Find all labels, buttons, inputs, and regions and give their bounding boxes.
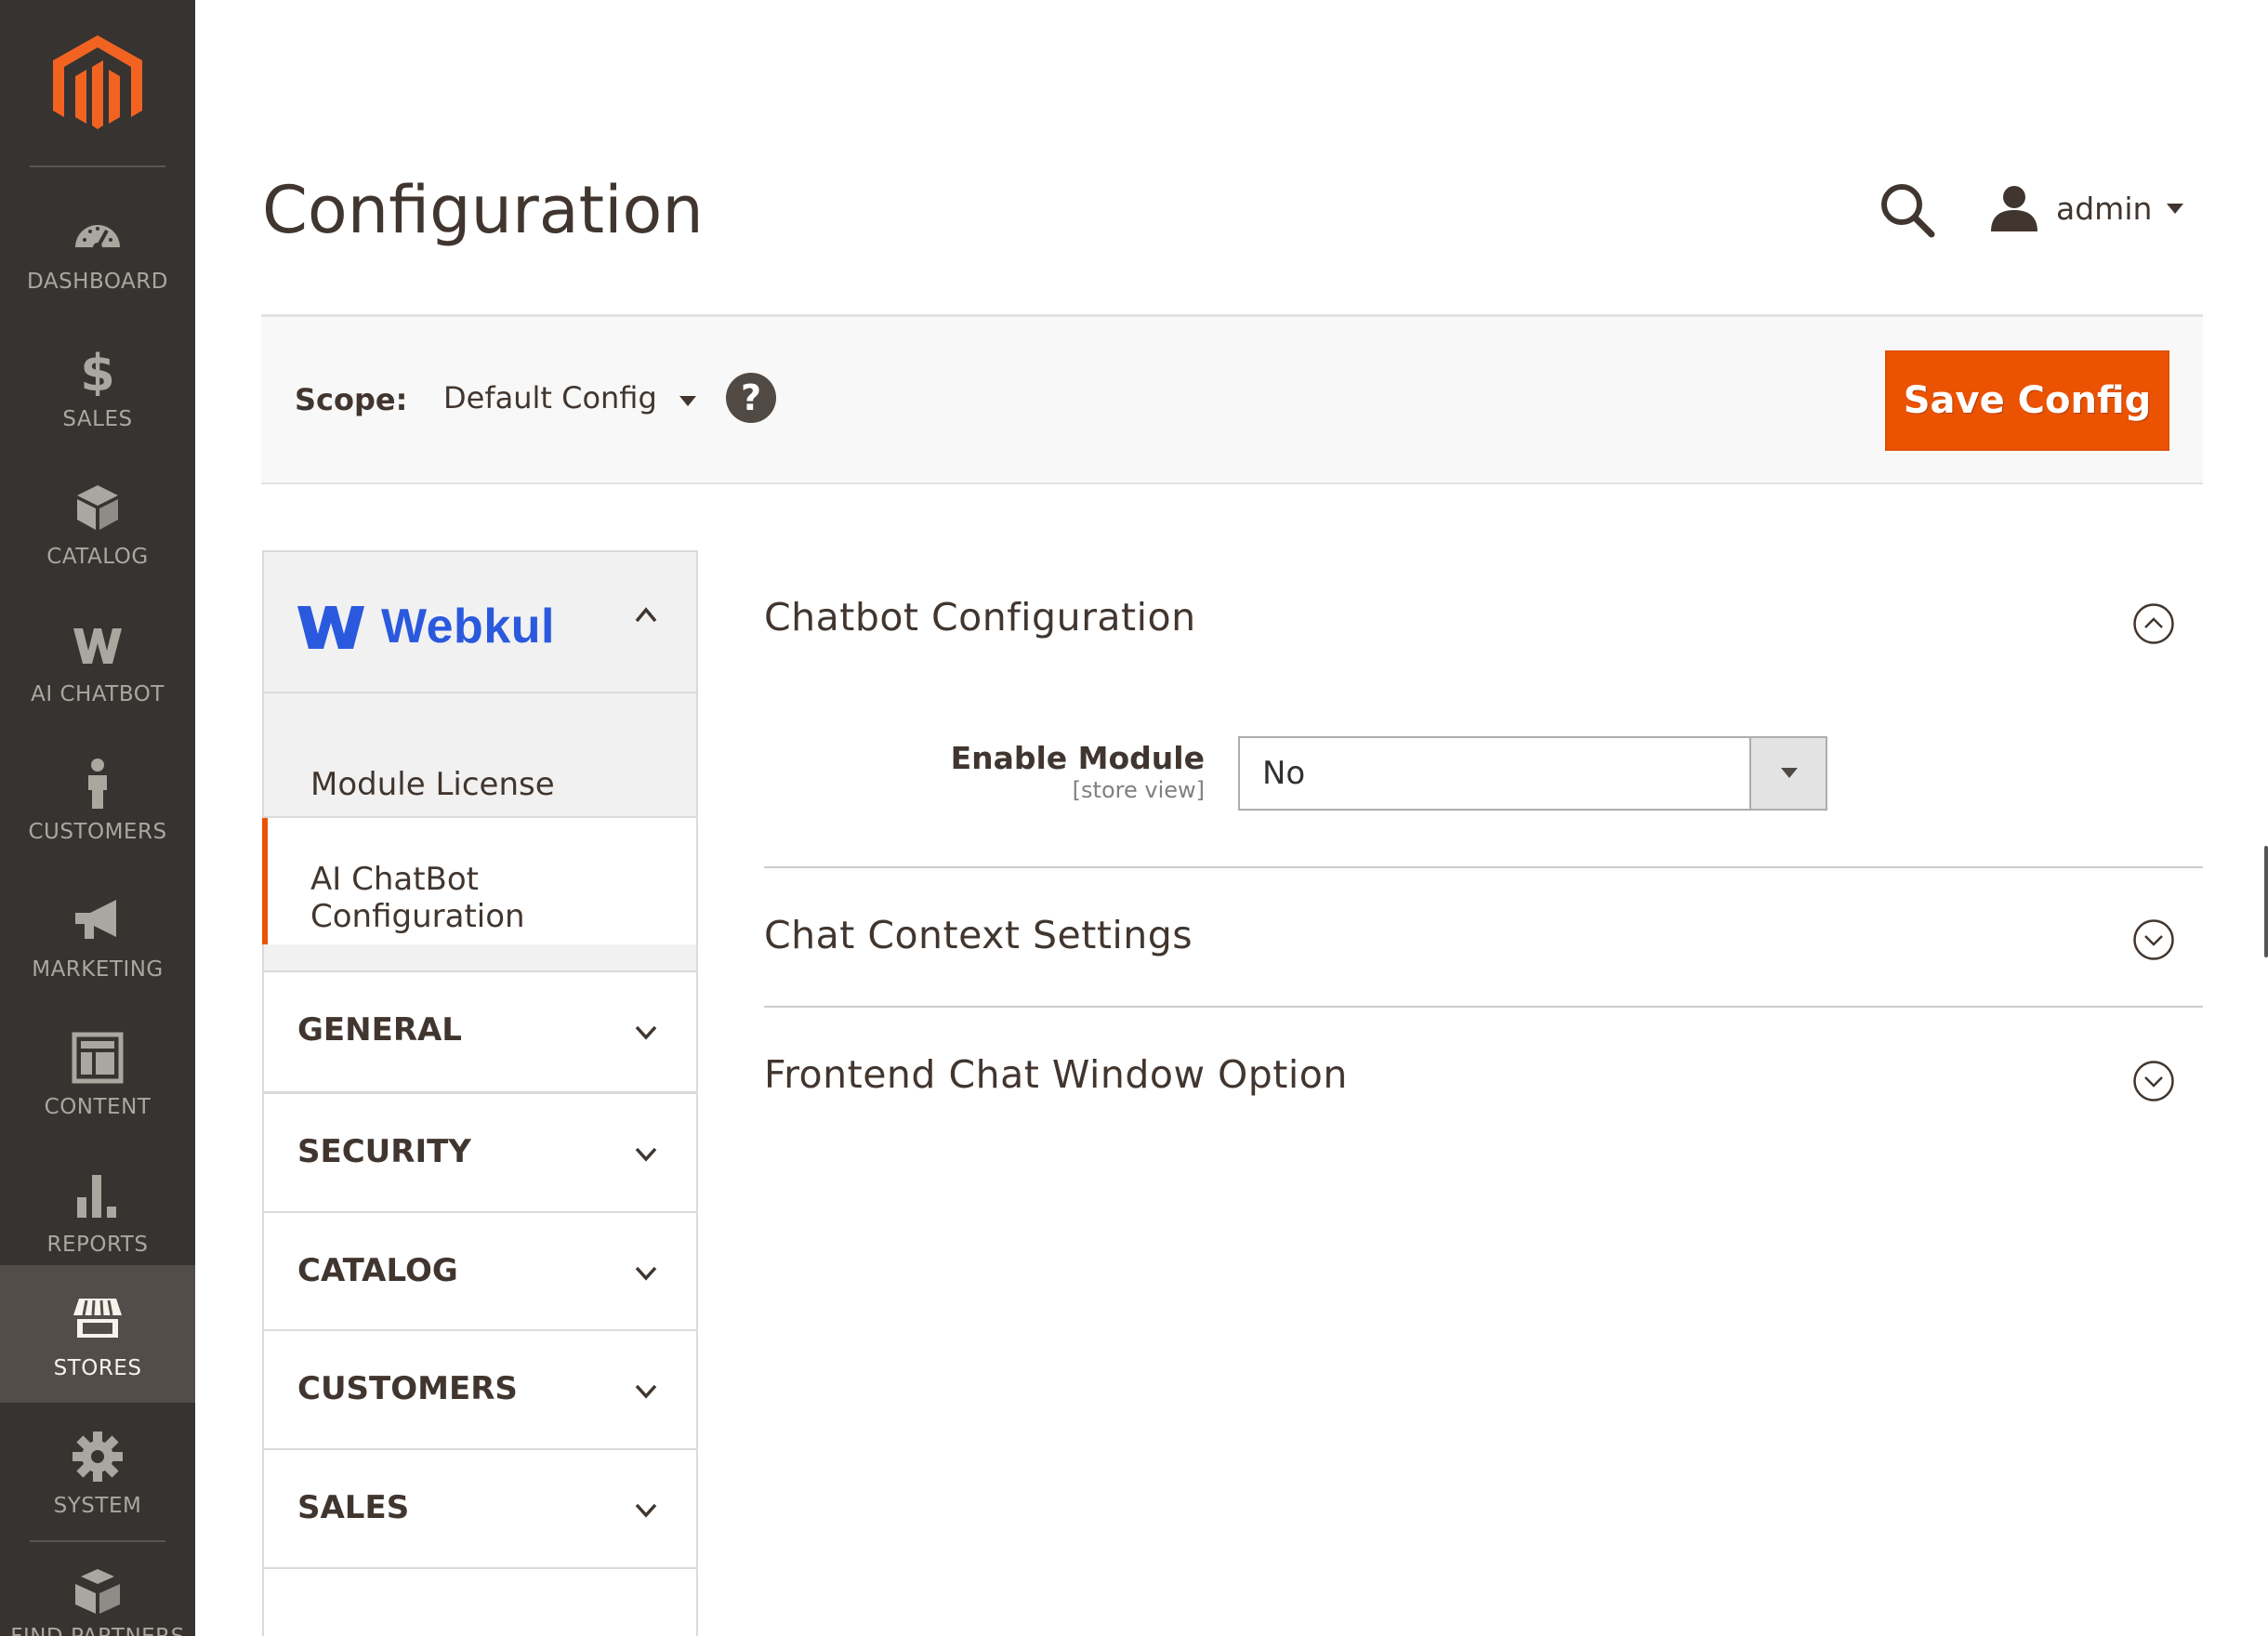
- search-icon[interactable]: [1878, 180, 1937, 240]
- tab-section-security[interactable]: SECURITY: [262, 1092, 698, 1213]
- fieldset-chat-context-settings: Chat Context Settings: [764, 909, 2203, 1002]
- webkul-w-icon: [297, 606, 364, 649]
- nav-item-dashboard[interactable]: DASHBOARD: [0, 178, 195, 316]
- page-title: Configuration: [262, 172, 704, 248]
- chevron-down-icon: [635, 1025, 657, 1040]
- select-arrow[interactable]: [1749, 738, 1826, 809]
- scope-label: Scope:: [295, 382, 408, 417]
- nav-label-ai-chatbot: AI CHATBOT: [31, 682, 165, 706]
- page-actions-bar: Scope: Default Config ? Save Config: [261, 314, 2203, 484]
- tab-item-label: Module License: [310, 766, 555, 803]
- tab-section-general[interactable]: GENERAL: [262, 972, 698, 1093]
- nav-label-catalog: CATALOG: [46, 545, 149, 569]
- user-avatar-icon: [1991, 186, 2037, 231]
- tab-item-ai-chatbot-configuration[interactable]: AI ChatBot Configuration: [262, 818, 698, 944]
- caret-down-icon: [679, 395, 696, 406]
- save-config-button[interactable]: Save Config: [1885, 350, 2169, 451]
- chevron-down-icon: [635, 1384, 657, 1399]
- caret-down-icon: [1781, 768, 1798, 778]
- tab-section-customers[interactable]: CUSTOMERS: [262, 1329, 698, 1450]
- fieldset-chatbot-configuration: Chatbot Configuration Enable Module [sto…: [764, 591, 2203, 870]
- dashboard-icon: [75, 225, 120, 252]
- cube-icon: [77, 485, 118, 530]
- help-icon[interactable]: ?: [726, 373, 776, 423]
- bar-chart-icon: [77, 1175, 116, 1218]
- nav-label-marketing: MARKETING: [32, 957, 164, 982]
- username: admin: [2056, 190, 2153, 227]
- nav-label-reports: REPORTS: [46, 1233, 149, 1257]
- enable-module-select[interactable]: No: [1238, 736, 1827, 811]
- nav-item-reports[interactable]: REPORTS: [0, 1141, 195, 1279]
- tab-section-catalog[interactable]: CATALOG: [262, 1211, 698, 1332]
- nav-label-system: SYSTEM: [53, 1494, 142, 1518]
- tab-group-webkul[interactable]: Webkul: [262, 550, 698, 693]
- nav-item-find-partners[interactable]: FIND PARTNERS: [0, 1543, 195, 1636]
- magento-logo[interactable]: [53, 35, 142, 132]
- nav-divider: [30, 1540, 165, 1542]
- nav-item-catalog[interactable]: CATALOG: [0, 454, 195, 591]
- layout-icon: [72, 1032, 124, 1084]
- dollar-icon: $: [80, 344, 115, 396]
- nav-item-marketing[interactable]: MARKETING: [0, 866, 195, 1004]
- tab-section-sales[interactable]: SALES: [262, 1448, 698, 1569]
- nav-item-sales[interactable]: $ SALES: [0, 316, 195, 454]
- section-title[interactable]: Chatbot Configuration: [764, 595, 1196, 640]
- nav-item-stores[interactable]: STORES: [0, 1265, 195, 1403]
- expand-circle-icon[interactable]: [2132, 918, 2175, 961]
- tab-item-label: AI ChatBot Configuration: [310, 861, 525, 935]
- nav-label-content: CONTENT: [44, 1095, 152, 1119]
- section-divider: [764, 1006, 2203, 1008]
- nav-item-content[interactable]: CONTENT: [0, 1004, 195, 1141]
- scope-switcher[interactable]: Default Config: [443, 380, 696, 416]
- tab-section-next[interactable]: [262, 1567, 698, 1636]
- nav-label-dashboard: DASHBOARD: [27, 270, 168, 294]
- fieldset-frontend-chat-window-option: Frontend Chat Window Option: [764, 1049, 2203, 1141]
- nav-label-sales: SALES: [62, 407, 133, 431]
- megaphone-icon: [75, 900, 116, 939]
- nav-item-system[interactable]: SYSTEM: [0, 1403, 195, 1540]
- chevron-down-icon: [635, 1503, 657, 1518]
- tab-section-label: SALES: [297, 1489, 410, 1526]
- enable-module-label: Enable Module: [950, 740, 1205, 776]
- section-divider: [764, 866, 2203, 868]
- expand-circle-icon[interactable]: [2132, 1060, 2175, 1102]
- nav-label-customers: CUSTOMERS: [28, 820, 167, 844]
- webkul-w-icon: [73, 628, 122, 664]
- person-icon: [88, 759, 107, 809]
- nav-divider: [30, 165, 165, 167]
- boxes-icon: [75, 1569, 120, 1614]
- tab-group-footer: [262, 944, 698, 972]
- caret-down-icon: [2167, 203, 2184, 214]
- admin-sidebar: DASHBOARD $ SALES CATALOG AI CHATBOT CUS…: [0, 0, 195, 1636]
- webkul-brand-text: Webkul: [381, 600, 555, 653]
- tab-section-label: CUSTOMERS: [297, 1370, 518, 1407]
- tab-section-label: SECURITY: [297, 1133, 471, 1170]
- select-value: No: [1262, 755, 1306, 792]
- tab-item-module-license[interactable]: Module License: [262, 693, 698, 817]
- store-icon: [73, 1299, 122, 1338]
- svg-text:$: $: [80, 344, 115, 396]
- webkul-logo: Webkul: [297, 599, 555, 654]
- section-title[interactable]: Frontend Chat Window Option: [764, 1052, 1348, 1097]
- nav-label-stores: STORES: [53, 1356, 142, 1380]
- nav-item-ai-chatbot[interactable]: AI CHATBOT: [0, 591, 195, 729]
- gear-icon: [73, 1432, 123, 1482]
- chevron-up-icon: [635, 607, 657, 623]
- chevron-down-icon: [635, 1266, 657, 1281]
- chevron-down-icon: [635, 1147, 657, 1162]
- section-title[interactable]: Chat Context Settings: [764, 913, 1193, 957]
- scope-value: Default Config: [443, 380, 657, 416]
- scrollbar-thumb[interactable]: [2264, 846, 2268, 957]
- tab-section-label: GENERAL: [297, 1011, 462, 1049]
- collapse-circle-icon[interactable]: [2132, 602, 2175, 645]
- nav-item-customers[interactable]: CUSTOMERS: [0, 729, 195, 866]
- user-account-menu[interactable]: admin: [1989, 180, 2184, 236]
- enable-module-scope: [store view]: [1072, 777, 1205, 803]
- tab-section-label: CATALOG: [297, 1252, 458, 1289]
- nav-label-find-partners: FIND PARTNERS: [0, 1625, 195, 1636]
